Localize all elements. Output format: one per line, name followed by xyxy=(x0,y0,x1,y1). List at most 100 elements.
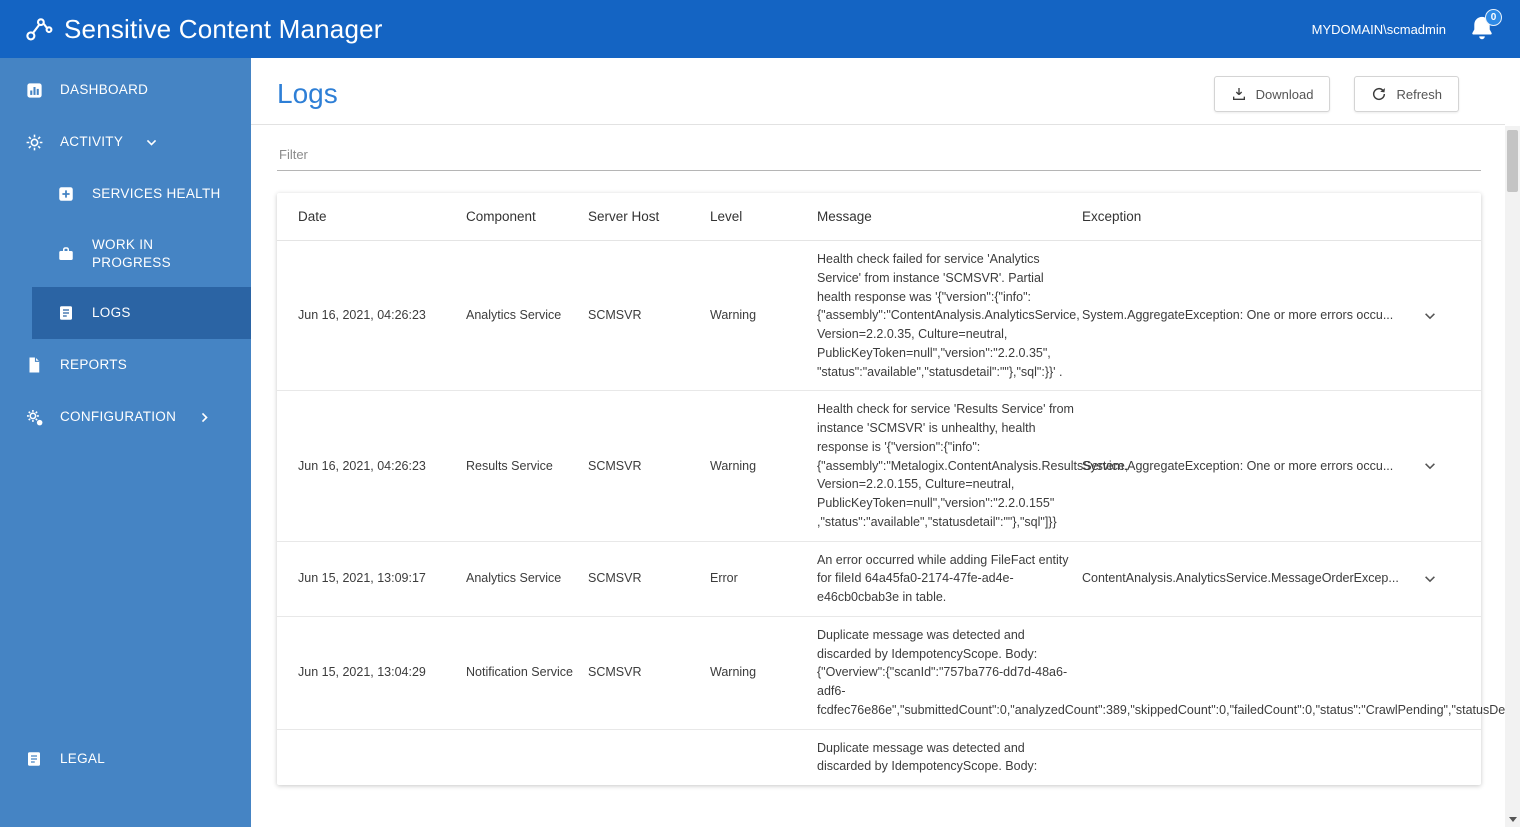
sidebar-item-label: SERVICES HEALTH xyxy=(92,186,221,202)
sidebar-item-label: ACTIVITY xyxy=(60,134,124,150)
sidebar-item-services-health[interactable]: SERVICES HEALTH xyxy=(32,168,251,220)
notifications-button[interactable]: 0 xyxy=(1468,9,1502,47)
log-message: An error occurred while adding FileFact … xyxy=(817,552,1069,605)
download-icon xyxy=(1231,86,1247,102)
logs-table: Date Component Server Host Level Message… xyxy=(277,193,1520,786)
table-row[interactable]: Jun 16, 2021, 04:26:23 Results Service S… xyxy=(277,391,1481,542)
briefcase-icon xyxy=(56,244,76,264)
log-date: Jun 15, 2021, 13:04:29 xyxy=(298,665,426,680)
sidebar-item-label: DASHBOARD xyxy=(60,82,149,98)
log-server-host: SCMSVR xyxy=(588,308,642,323)
log-server-host: SCMSVR xyxy=(588,458,642,473)
page-title: Logs xyxy=(277,78,338,109)
log-component xyxy=(466,748,588,766)
log-component: Analytics Service xyxy=(466,308,562,323)
log-table-body: Jun 16, 2021, 04:26:23 Analytics Service… xyxy=(277,241,1520,786)
scrollbar-thumb[interactable] xyxy=(1507,130,1518,192)
table-row[interactable]: Jun 16, 2021, 04:26:23 Analytics Service… xyxy=(277,241,1481,392)
download-label: Download xyxy=(1255,86,1314,102)
log-exception: System.AggregateException: One or more e… xyxy=(1082,308,1394,323)
expand-chevron-icon[interactable] xyxy=(1419,305,1441,327)
vertical-scrollbar[interactable] xyxy=(1505,126,1520,827)
user-name: MYDOMAIN\scmadmin xyxy=(1311,21,1446,37)
configuration-icon xyxy=(24,407,44,427)
log-message: Duplicate message was detected and disca… xyxy=(817,740,1038,774)
chevron-right-icon xyxy=(198,411,211,424)
refresh-icon xyxy=(1371,86,1387,102)
log-exception: ContentAnalysis.AnalyticsService.Message… xyxy=(1082,571,1399,586)
dashboard-icon xyxy=(24,80,44,100)
log-level: Warning xyxy=(710,308,757,323)
sidebar-item-work-in-progress[interactable]: WORK IN PROGRESS xyxy=(32,220,251,287)
log-server-host: SCMSVR xyxy=(588,665,642,680)
notification-badge: 0 xyxy=(1485,9,1502,26)
log-date: Jun 15, 2021, 13:09:17 xyxy=(298,571,426,586)
scrollbar-down-arrow[interactable] xyxy=(1505,811,1520,827)
sidebar-item-logs[interactable]: LOGS xyxy=(32,287,251,340)
table-row[interactable]: Jun 15, 2021, 13:09:17 Analytics Service… xyxy=(277,542,1481,617)
log-component: Results Service xyxy=(466,458,553,473)
sidebar-item-dashboard[interactable]: DASHBOARD xyxy=(0,64,251,116)
sidebar-item-label: CONFIGURATION xyxy=(60,409,177,425)
log-level: Error xyxy=(710,571,738,586)
sidebar-item-reports[interactable]: REPORTS xyxy=(0,339,251,391)
sidebar-item-label: WORK IN PROGRESS xyxy=(92,237,171,270)
log-exception-cell: System.AggregateException: One or more e… xyxy=(1082,446,1481,486)
log-level: Warning xyxy=(710,665,757,680)
expand-chevron-icon[interactable] xyxy=(1419,455,1441,477)
sidebar-item-configuration[interactable]: CONFIGURATION xyxy=(0,391,251,443)
header-right: MYDOMAIN\scmadmin 0 xyxy=(1311,9,1502,47)
log-date xyxy=(298,748,466,766)
log-level xyxy=(710,748,817,766)
refresh-label: Refresh xyxy=(1396,86,1442,102)
log-date: Jun 16, 2021, 04:26:23 xyxy=(298,458,426,473)
column-header-exception: Exception xyxy=(1082,209,1142,224)
document-icon xyxy=(24,355,44,375)
log-component: Analytics Service xyxy=(466,571,562,586)
column-header-server-host: Server Host xyxy=(588,209,660,224)
sidebar-item-label: REPORTS xyxy=(60,357,128,373)
sidebar-item-label: LEGAL xyxy=(60,751,106,767)
log-server-host: SCMSVR xyxy=(588,571,642,586)
toolbar-actions: Download Refresh xyxy=(1213,76,1459,112)
filter-input[interactable] xyxy=(277,143,1481,171)
column-header-level: Level xyxy=(710,209,743,224)
log-exception-cell: System.AggregateException: One or more e… xyxy=(1082,296,1481,336)
log-exception-cell xyxy=(1082,653,1481,693)
logs-content: Date Component Server Host Level Message… xyxy=(251,125,1520,786)
app-logo-icon xyxy=(22,12,56,46)
log-list-icon xyxy=(56,303,76,323)
log-message: Health check for service 'Results Servic… xyxy=(817,402,1129,529)
log-level: Warning xyxy=(710,458,757,473)
expand-chevron-icon[interactable] xyxy=(1419,568,1441,590)
app-title: Sensitive Content Manager xyxy=(64,13,383,44)
plus-square-icon xyxy=(56,184,76,204)
log-exception: System.AggregateException: One or more e… xyxy=(1082,458,1394,473)
download-button[interactable]: Download xyxy=(1213,76,1331,112)
log-message: Duplicate message was detected and disca… xyxy=(817,627,1520,717)
sidebar: DASHBOARD ACTIVITY SERVICES HEALTH WORK … xyxy=(0,58,251,827)
log-component: Notification Service xyxy=(466,665,573,680)
bell-icon xyxy=(1468,16,1496,47)
log-exception-cell: ContentAnalysis.AnalyticsService.Message… xyxy=(1082,559,1481,599)
gear-icon xyxy=(24,132,44,152)
table-header-row: Date Component Server Host Level Message… xyxy=(277,193,1481,241)
app-window: Sensitive Content Manager MYDOMAIN\scmad… xyxy=(0,0,1520,827)
table-row[interactable]: Jun 15, 2021, 13:04:29 Notification Serv… xyxy=(277,617,1520,730)
app-header: Sensitive Content Manager MYDOMAIN\scmad… xyxy=(0,0,1520,58)
column-header-component: Component xyxy=(466,209,536,224)
column-header-message: Message xyxy=(817,209,872,224)
log-date: Jun 16, 2021, 04:26:23 xyxy=(298,308,426,323)
sidebar-item-legal[interactable]: LEGAL xyxy=(0,733,251,785)
page-toolbar: Logs Download Refresh xyxy=(251,58,1505,125)
chevron-down-icon xyxy=(145,136,158,149)
sidebar-item-label: LOGS xyxy=(92,305,131,321)
refresh-button[interactable]: Refresh xyxy=(1354,76,1459,112)
log-exception-cell xyxy=(1082,737,1481,777)
log-server-host xyxy=(588,748,710,766)
main-content: Logs Download Refresh Filter Date Compon… xyxy=(251,58,1520,827)
table-row[interactable]: Duplicate message was detected and disca… xyxy=(277,730,1481,786)
sidebar-item-activity[interactable]: ACTIVITY xyxy=(0,116,251,168)
legal-list-icon xyxy=(24,749,44,769)
log-message: Health check failed for service 'Analyti… xyxy=(817,252,1080,379)
